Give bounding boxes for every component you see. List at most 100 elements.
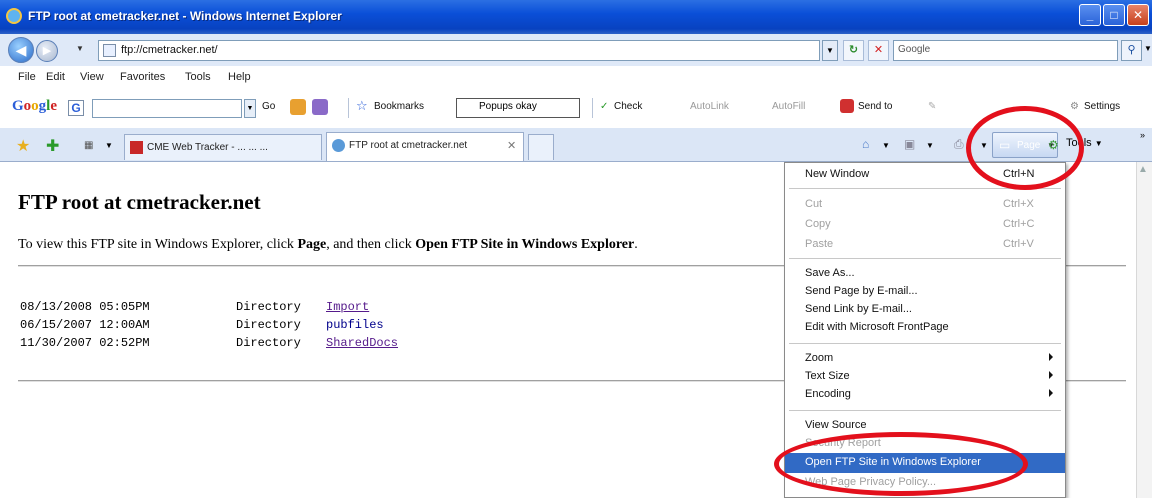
- popups-label: Popups okay: [479, 101, 537, 112]
- logo-letter: G: [12, 98, 24, 114]
- menu-item-paste[interactable]: Paste Ctrl+V: [785, 235, 1065, 255]
- quick-tabs-icon[interactable]: ▦: [84, 140, 93, 151]
- address-dropdown[interactable]: ▼: [822, 40, 838, 61]
- autofill-button[interactable]: AutoFill: [772, 101, 805, 112]
- google-g-icon[interactable]: G: [68, 100, 84, 116]
- listing-date: 06/15/2007 12:00AM: [20, 318, 150, 332]
- menu-item-copy[interactable]: Copy Ctrl+C: [785, 215, 1065, 235]
- toolbar-options-icon[interactable]: [312, 99, 328, 115]
- submenu-arrow-icon: [1049, 389, 1053, 397]
- settings-gear-icon: ⚙: [1070, 101, 1079, 112]
- menu-item-label: Encoding: [805, 388, 851, 400]
- title-bar: FTP root at cmetracker.net - Windows Int…: [0, 0, 1152, 34]
- back-button[interactable]: ◀: [8, 37, 34, 63]
- directory-link-shareddocs[interactable]: SharedDocs: [326, 336, 398, 350]
- ie-logo-icon: [6, 8, 22, 24]
- search-options-dropdown[interactable]: ▼: [1144, 44, 1152, 53]
- feeds-icon[interactable]: ▣: [904, 137, 915, 151]
- address-field[interactable]: ftp://cmetracker.net/: [98, 40, 820, 61]
- bookmarks-button[interactable]: Bookmarks: [374, 101, 424, 112]
- maximize-button[interactable]: □: [1103, 4, 1125, 26]
- menu-separator: [789, 410, 1061, 411]
- menu-file[interactable]: File: [18, 71, 36, 83]
- google-logo: Google: [12, 98, 57, 115]
- menu-item-shortcut: Ctrl+V: [1003, 238, 1034, 250]
- menu-item-send-page[interactable]: Send Page by E-mail...: [785, 282, 1065, 302]
- menu-item-cut[interactable]: Cut Ctrl+X: [785, 195, 1065, 215]
- recent-pages-dropdown[interactable]: ▼: [76, 44, 84, 53]
- ie-tab-icon: [332, 139, 345, 152]
- highlighter-icon[interactable]: ✎: [928, 101, 936, 112]
- close-button[interactable]: ✕: [1127, 4, 1149, 26]
- menu-item-label: New Window: [805, 168, 870, 180]
- add-favorite-icon[interactable]: ✚: [46, 136, 59, 156]
- menu-favorites[interactable]: Favorites: [120, 71, 165, 83]
- separator: [348, 98, 349, 118]
- feeds-dropdown[interactable]: ▼: [926, 141, 934, 150]
- print-icon[interactable]: ⎙: [954, 137, 964, 152]
- popups-button[interactable]: Popups okay: [456, 98, 580, 118]
- tab-ftp-root[interactable]: FTP root at cmetracker.net ✕: [326, 132, 524, 161]
- menu-item-label: View Source: [805, 419, 867, 431]
- close-tab-icon[interactable]: ✕: [507, 139, 516, 152]
- search-icon[interactable]: ⚲: [1121, 40, 1142, 61]
- menu-item-edit-with[interactable]: Edit with Microsoft FrontPage: [785, 318, 1065, 338]
- logo-letter: o: [31, 98, 39, 114]
- google-go-button[interactable]: Go: [262, 101, 275, 112]
- directory-link-import[interactable]: Import: [326, 300, 369, 314]
- refresh-button[interactable]: ↻: [843, 40, 864, 61]
- menu-edit[interactable]: Edit: [46, 71, 65, 83]
- menu-item-save-as[interactable]: Save As...: [785, 264, 1065, 284]
- listing-type: Directory: [236, 336, 301, 350]
- menu-item-encoding[interactable]: Encoding: [785, 385, 1065, 405]
- menu-item-send-link[interactable]: Send Link by E-mail...: [785, 300, 1065, 320]
- logo-letter: e: [50, 98, 58, 114]
- minimize-button[interactable]: _: [1079, 4, 1101, 26]
- home-dropdown[interactable]: ▼: [882, 141, 890, 150]
- tab-list-dropdown[interactable]: ▼: [105, 141, 113, 150]
- vertical-scrollbar[interactable]: [1136, 162, 1152, 498]
- chevron-icon[interactable]: »: [1140, 130, 1145, 140]
- stop-button[interactable]: ✕: [868, 40, 889, 61]
- menu-item-text-size[interactable]: Text Size: [785, 367, 1065, 387]
- forward-button[interactable]: ▶: [36, 40, 58, 62]
- menu-view[interactable]: View: [80, 71, 104, 83]
- menu-item-label: Edit with Microsoft FrontPage: [805, 321, 949, 333]
- menu-separator: [789, 343, 1061, 344]
- spellcheck-icon: ✓: [600, 101, 609, 112]
- home-icon[interactable]: ⌂: [862, 137, 869, 151]
- favorites-star-icon[interactable]: ★: [16, 136, 30, 156]
- menu-item-label: Paste: [805, 238, 834, 250]
- google-search-input[interactable]: [92, 99, 242, 118]
- autolink-button[interactable]: AutoLink: [690, 101, 729, 112]
- scroll-up-icon[interactable]: ▲: [1138, 164, 1148, 175]
- directory-link-pubfiles[interactable]: pubfiles: [326, 318, 384, 332]
- menu-separator: [789, 258, 1061, 259]
- search-input[interactable]: Google: [893, 40, 1118, 61]
- page-icon: [103, 44, 116, 57]
- menu-help[interactable]: Help: [228, 71, 251, 83]
- menu-item-label: Save As...: [805, 267, 855, 279]
- settings-button[interactable]: Settings: [1084, 101, 1120, 112]
- page-instructions: To view this FTP site in Windows Explore…: [18, 237, 638, 253]
- new-tab-button[interactable]: [528, 134, 554, 160]
- tab-label: CME Web Tracker - ... ... ...: [147, 142, 268, 153]
- address-url: ftp://cmetracker.net/: [121, 44, 218, 56]
- menu-bar: File Edit View Favorites Tools Help: [0, 66, 1152, 90]
- google-search-dropdown[interactable]: ▼: [244, 99, 256, 118]
- pagerank-icon[interactable]: [290, 99, 306, 115]
- check-button[interactable]: Check: [614, 101, 642, 112]
- tab-label: FTP root at cmetracker.net: [349, 140, 468, 151]
- sendto-button[interactable]: Send to: [858, 101, 892, 112]
- instructions-text: .: [634, 237, 638, 252]
- highlight-ring-open-ftp: [774, 432, 1028, 496]
- highlight-ring-page-button: [966, 106, 1084, 190]
- back-arrow-icon: ◀: [15, 42, 27, 58]
- menu-item-shortcut: Ctrl+C: [1003, 218, 1035, 230]
- tab-cme-web-tracker[interactable]: CME Web Tracker - ... ... ...: [124, 134, 322, 160]
- submenu-arrow-icon: [1049, 371, 1053, 379]
- menu-item-label: Cut: [805, 198, 823, 210]
- menu-tools[interactable]: Tools: [185, 71, 211, 83]
- menu-item-label: Send Link by E-mail...: [805, 303, 912, 315]
- menu-item-zoom[interactable]: Zoom: [785, 349, 1065, 369]
